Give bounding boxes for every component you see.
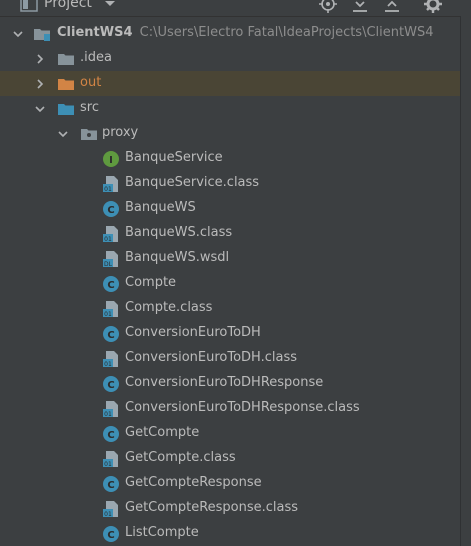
chevron-right-icon[interactable] bbox=[35, 78, 45, 89]
tree-item-file[interactable]: DL BanqueWS.wsdl bbox=[0, 246, 460, 271]
svg-text:C: C bbox=[107, 480, 114, 491]
svg-text:01: 01 bbox=[104, 311, 112, 318]
class-file-icon: 01 bbox=[102, 175, 120, 193]
package-icon bbox=[80, 125, 98, 143]
java-class-icon: C bbox=[102, 275, 120, 293]
java-class-icon: C bbox=[102, 425, 120, 443]
svg-text:I: I bbox=[109, 155, 113, 166]
chevron-down-icon[interactable] bbox=[35, 103, 45, 113]
chevron-down-icon[interactable] bbox=[13, 28, 23, 38]
svg-text:DL: DL bbox=[104, 261, 113, 268]
java-class-icon: C bbox=[102, 525, 120, 543]
tree-item-file[interactable]: C Compte bbox=[0, 271, 460, 296]
class-file-icon: 01 bbox=[102, 450, 120, 468]
class-file-icon: 01 bbox=[102, 500, 120, 518]
tree-item-root[interactable]: ClientWS4 C:\Users\Electro Fatal\IdeaPro… bbox=[0, 21, 460, 46]
class-file-icon: 01 bbox=[102, 350, 120, 368]
wsdl-file-icon: DL bbox=[102, 250, 120, 268]
tree-item-proxy[interactable]: proxy bbox=[0, 121, 460, 146]
tree-item-label: BanqueService bbox=[125, 150, 223, 165]
tree-item-file[interactable]: 01 BanqueService.class bbox=[0, 171, 460, 196]
tree-item-label: ConversionEuroToDHResponse.class bbox=[125, 400, 360, 415]
class-file-icon: 01 bbox=[102, 400, 120, 418]
tree-item-label: Compte.class bbox=[125, 300, 213, 315]
tree-item-label: GetCompteResponse.class bbox=[125, 500, 299, 515]
project-tree: ClientWS4 C:\Users\Electro Fatal\IdeaPro… bbox=[0, 21, 460, 546]
folder-icon bbox=[57, 50, 75, 68]
tree-item-label: GetCompte bbox=[125, 425, 200, 440]
tree-item-label: GetCompteResponse bbox=[125, 475, 262, 490]
tree-item-file[interactable]: 01 ConversionEuroToDHResponse.class bbox=[0, 396, 460, 421]
tree-item-file[interactable]: 01 BanqueWS.class bbox=[0, 221, 460, 246]
svg-text:01: 01 bbox=[104, 186, 112, 193]
tree-item-label: BanqueWS.class bbox=[125, 225, 233, 240]
java-class-icon: C bbox=[102, 375, 120, 393]
tree-item-file[interactable]: I BanqueService bbox=[0, 146, 460, 171]
tree-item-file[interactable]: 01 Compte.class bbox=[0, 296, 460, 321]
tree-item-label: src bbox=[80, 100, 99, 115]
tree-item-label: ListCompte bbox=[125, 525, 199, 540]
interface-icon: I bbox=[102, 150, 120, 168]
collapse-all-icon[interactable] bbox=[382, 0, 402, 14]
svg-text:01: 01 bbox=[104, 236, 112, 243]
tree-item-file[interactable]: C GetCompteResponse bbox=[0, 471, 460, 496]
svg-text:C: C bbox=[107, 205, 114, 216]
tree-item-file[interactable]: C ConversionEuroToDHResponse bbox=[0, 371, 460, 396]
tree-item-file[interactable]: C ConversionEuroToDH bbox=[0, 321, 460, 346]
tree-item-src[interactable]: src bbox=[0, 96, 460, 121]
root-project-path: C:\Users\Electro Fatal\IdeaProjects\Clie… bbox=[139, 25, 434, 40]
svg-text:C: C bbox=[107, 430, 114, 441]
tree-item-label: BanqueWS bbox=[125, 200, 196, 215]
project-tool-window-header: Project bbox=[0, 0, 471, 17]
module-folder-icon bbox=[33, 25, 51, 43]
svg-text:01: 01 bbox=[104, 511, 112, 518]
tree-item-label: Compte bbox=[125, 275, 177, 290]
svg-text:01: 01 bbox=[104, 411, 112, 418]
tree-item-file[interactable]: C BanqueWS bbox=[0, 196, 460, 221]
source-folder-icon bbox=[57, 100, 75, 118]
svg-text:01: 01 bbox=[104, 461, 112, 468]
vertical-scrollbar[interactable] bbox=[460, 16, 471, 546]
svg-text:C: C bbox=[107, 280, 114, 291]
tree-item-file[interactable]: 01 ConversionEuroToDH.class bbox=[0, 346, 460, 371]
tree-item-file[interactable]: 01 GetCompte.class bbox=[0, 446, 460, 471]
tree-item-label: ConversionEuroToDH.class bbox=[125, 350, 297, 365]
tree-item-label: GetCompte.class bbox=[125, 450, 236, 465]
tree-item-label: ConversionEuroToDH bbox=[125, 325, 261, 340]
project-icon bbox=[20, 0, 38, 16]
svg-text:C: C bbox=[107, 380, 114, 391]
svg-text:C: C bbox=[107, 530, 114, 541]
root-project-name: ClientWS4 bbox=[57, 25, 133, 40]
svg-text:01: 01 bbox=[104, 361, 112, 368]
java-class-icon: C bbox=[102, 325, 120, 343]
dropdown-arrow-icon[interactable] bbox=[104, 0, 116, 12]
gear-icon[interactable] bbox=[423, 0, 443, 14]
tree-item-file[interactable]: C GetCompte bbox=[0, 421, 460, 446]
tree-item-label: proxy bbox=[102, 125, 139, 140]
tree-item-file[interactable]: 01 GetCompteResponse.class bbox=[0, 496, 460, 521]
tree-item-idea[interactable]: .idea bbox=[0, 46, 460, 71]
tree-item-label: .idea bbox=[80, 50, 112, 65]
class-file-icon: 01 bbox=[102, 225, 120, 243]
tree-item-label: ConversionEuroToDHResponse bbox=[125, 375, 324, 390]
tree-item-file[interactable]: C ListCompte bbox=[0, 521, 460, 546]
tree-item-label: out bbox=[80, 75, 102, 90]
tree-item-label: BanqueWS.wsdl bbox=[125, 250, 230, 265]
excluded-folder-icon bbox=[57, 75, 75, 93]
chevron-down-icon[interactable] bbox=[58, 128, 68, 138]
chevron-right-icon[interactable] bbox=[35, 53, 45, 64]
svg-text:C: C bbox=[107, 330, 114, 341]
java-class-icon: C bbox=[102, 475, 120, 493]
class-file-icon: 01 bbox=[102, 300, 120, 318]
locate-icon[interactable] bbox=[318, 0, 338, 14]
tree-item-out[interactable]: out bbox=[0, 71, 460, 96]
tree-item-label: BanqueService.class bbox=[125, 175, 260, 190]
java-class-icon: C bbox=[102, 200, 120, 218]
tool-window-title[interactable]: Project bbox=[44, 0, 92, 11]
expand-all-icon[interactable] bbox=[350, 0, 370, 14]
